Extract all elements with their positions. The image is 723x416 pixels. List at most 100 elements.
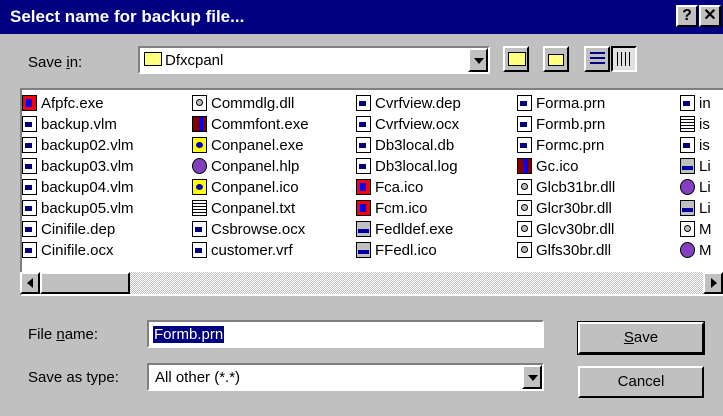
- file-name: Li: [699, 157, 711, 175]
- file-item[interactable]: backup02.vlm: [22, 135, 134, 155]
- file-item[interactable]: Conpanel.exe: [192, 135, 304, 155]
- file-item[interactable]: Formb.prn: [517, 114, 605, 134]
- file-name: backup05.vlm: [41, 199, 134, 217]
- file-item[interactable]: Cvrfview.dep: [356, 93, 461, 113]
- file-doc-icon: [356, 95, 371, 111]
- file-item[interactable]: Cinifile.ocx: [22, 240, 114, 260]
- file-item[interactable]: Glcb31br.dll: [517, 177, 615, 197]
- file-item[interactable]: Forma.prn: [517, 93, 605, 113]
- file-doc-icon: [22, 179, 37, 195]
- save-as-type-dropdown-button[interactable]: [522, 365, 542, 389]
- file-item[interactable]: in: [680, 93, 711, 113]
- new-folder-icon: [548, 54, 564, 66]
- cancel-button[interactable]: Cancel: [578, 366, 704, 398]
- file-fed-icon: [680, 200, 695, 216]
- file-doc-icon: [356, 137, 371, 153]
- file-name: backup03.vlm: [41, 157, 134, 175]
- file-item[interactable]: Glfs30br.dll: [517, 240, 611, 260]
- save-in-dropdown-button[interactable]: [468, 48, 488, 72]
- file-name: is: [699, 136, 710, 154]
- scroll-thumb[interactable]: [40, 272, 130, 294]
- scroll-left-button[interactable]: [20, 272, 40, 294]
- file-name: Commdlg.dll: [211, 94, 295, 112]
- file-item[interactable]: Commfont.exe: [192, 114, 309, 134]
- file-dll-icon: [517, 179, 532, 195]
- save-as-type-label: Save as type:: [28, 369, 119, 386]
- new-folder-button[interactable]: [543, 46, 569, 72]
- file-dll-icon: [517, 221, 532, 237]
- file-name: Db3local.db: [375, 136, 455, 154]
- file-name-input[interactable]: Formb.prn: [147, 320, 544, 348]
- file-item[interactable]: M: [680, 240, 712, 260]
- scroll-right-button[interactable]: [703, 272, 723, 294]
- file-name: Commfont.exe: [211, 115, 309, 133]
- folder-icon: [144, 52, 162, 66]
- file-item[interactable]: Li: [680, 156, 711, 176]
- file-name: Glcb31br.dll: [536, 178, 616, 196]
- horizontal-scrollbar[interactable]: [20, 272, 723, 294]
- file-item[interactable]: Fca.ico: [356, 177, 423, 197]
- file-item[interactable]: Fedldef.exe: [356, 219, 453, 239]
- file-item[interactable]: Li: [680, 198, 711, 218]
- save-in-value: Dfxcpanl: [144, 52, 223, 69]
- file-conico-icon: [192, 179, 207, 195]
- file-item[interactable]: Li: [680, 177, 711, 197]
- file-item[interactable]: Afpfc.exe: [22, 93, 104, 113]
- file-item[interactable]: Glcv30br.dll: [517, 219, 614, 239]
- file-name-label: File name:: [28, 326, 99, 343]
- list-view-button[interactable]: [584, 46, 610, 72]
- save-button[interactable]: Save: [577, 321, 705, 355]
- file-name: Csbrowse.ocx: [211, 220, 306, 238]
- file-name: Fca.ico: [375, 178, 424, 196]
- file-item[interactable]: Cvrfview.ocx: [356, 114, 459, 134]
- file-item[interactable]: Conpanel.hlp: [192, 156, 299, 176]
- file-item[interactable]: M: [680, 219, 712, 239]
- file-item[interactable]: Glcr30br.dll: [517, 198, 612, 218]
- file-dll-icon: [517, 200, 532, 216]
- file-name: Cinifile.dep: [41, 220, 116, 238]
- file-item[interactable]: Csbrowse.ocx: [192, 219, 305, 239]
- file-item[interactable]: backup05.vlm: [22, 198, 134, 218]
- file-dll-icon: [680, 221, 695, 237]
- file-name: Db3local.log: [375, 157, 458, 175]
- file-item[interactable]: customer.vrf: [192, 240, 293, 260]
- file-item[interactable]: FFedl.ico: [356, 240, 437, 260]
- file-red-icon: [22, 95, 37, 111]
- up-folder-button[interactable]: [503, 46, 529, 72]
- file-item[interactable]: Gc.ico: [517, 156, 579, 176]
- file-item[interactable]: Db3local.log: [356, 156, 458, 176]
- file-item[interactable]: Conpanel.ico: [192, 177, 299, 197]
- file-doc-icon: [192, 242, 207, 258]
- file-name: Glcr30br.dll: [536, 199, 612, 217]
- file-list[interactable]: Afpfc.exe backup.vlm backup02.vlm backup03.…: [20, 88, 723, 296]
- file-item[interactable]: backup03.vlm: [22, 156, 134, 176]
- file-doc-icon: [22, 221, 37, 237]
- file-name: Conpanel.hlp: [211, 157, 300, 175]
- file-item[interactable]: Conpanel.txt: [192, 198, 295, 218]
- file-doc-icon: [680, 137, 695, 153]
- file-hlp-icon: [680, 179, 695, 195]
- file-item[interactable]: Cinifile.dep: [22, 219, 115, 239]
- file-item[interactable]: backup04.vlm: [22, 177, 134, 197]
- file-hlp-icon: [192, 158, 207, 174]
- file-item[interactable]: backup.vlm: [22, 114, 117, 134]
- file-doc-icon: [680, 95, 695, 111]
- file-name: Cvrfview.ocx: [375, 115, 460, 133]
- file-doc-icon: [517, 95, 532, 111]
- file-doc-icon: [22, 116, 37, 132]
- file-name: Glcv30br.dll: [536, 220, 615, 238]
- file-item[interactable]: Db3local.db: [356, 135, 454, 155]
- file-item[interactable]: is: [680, 114, 710, 134]
- file-item[interactable]: is: [680, 135, 710, 155]
- file-doc-icon: [22, 242, 37, 258]
- details-view-button[interactable]: [611, 46, 637, 72]
- help-button[interactable]: ?: [676, 5, 698, 27]
- file-item[interactable]: Fcm.ico: [356, 198, 428, 218]
- close-button[interactable]: ✕: [699, 5, 721, 27]
- file-red-icon: [356, 200, 371, 216]
- save-as-type-combo[interactable]: All other (*.*): [147, 363, 544, 391]
- save-in-combo[interactable]: Dfxcpanl: [138, 46, 490, 74]
- file-item[interactable]: Commdlg.dll: [192, 93, 294, 113]
- file-name: FFedl.ico: [375, 241, 437, 259]
- file-item[interactable]: Formc.prn: [517, 135, 604, 155]
